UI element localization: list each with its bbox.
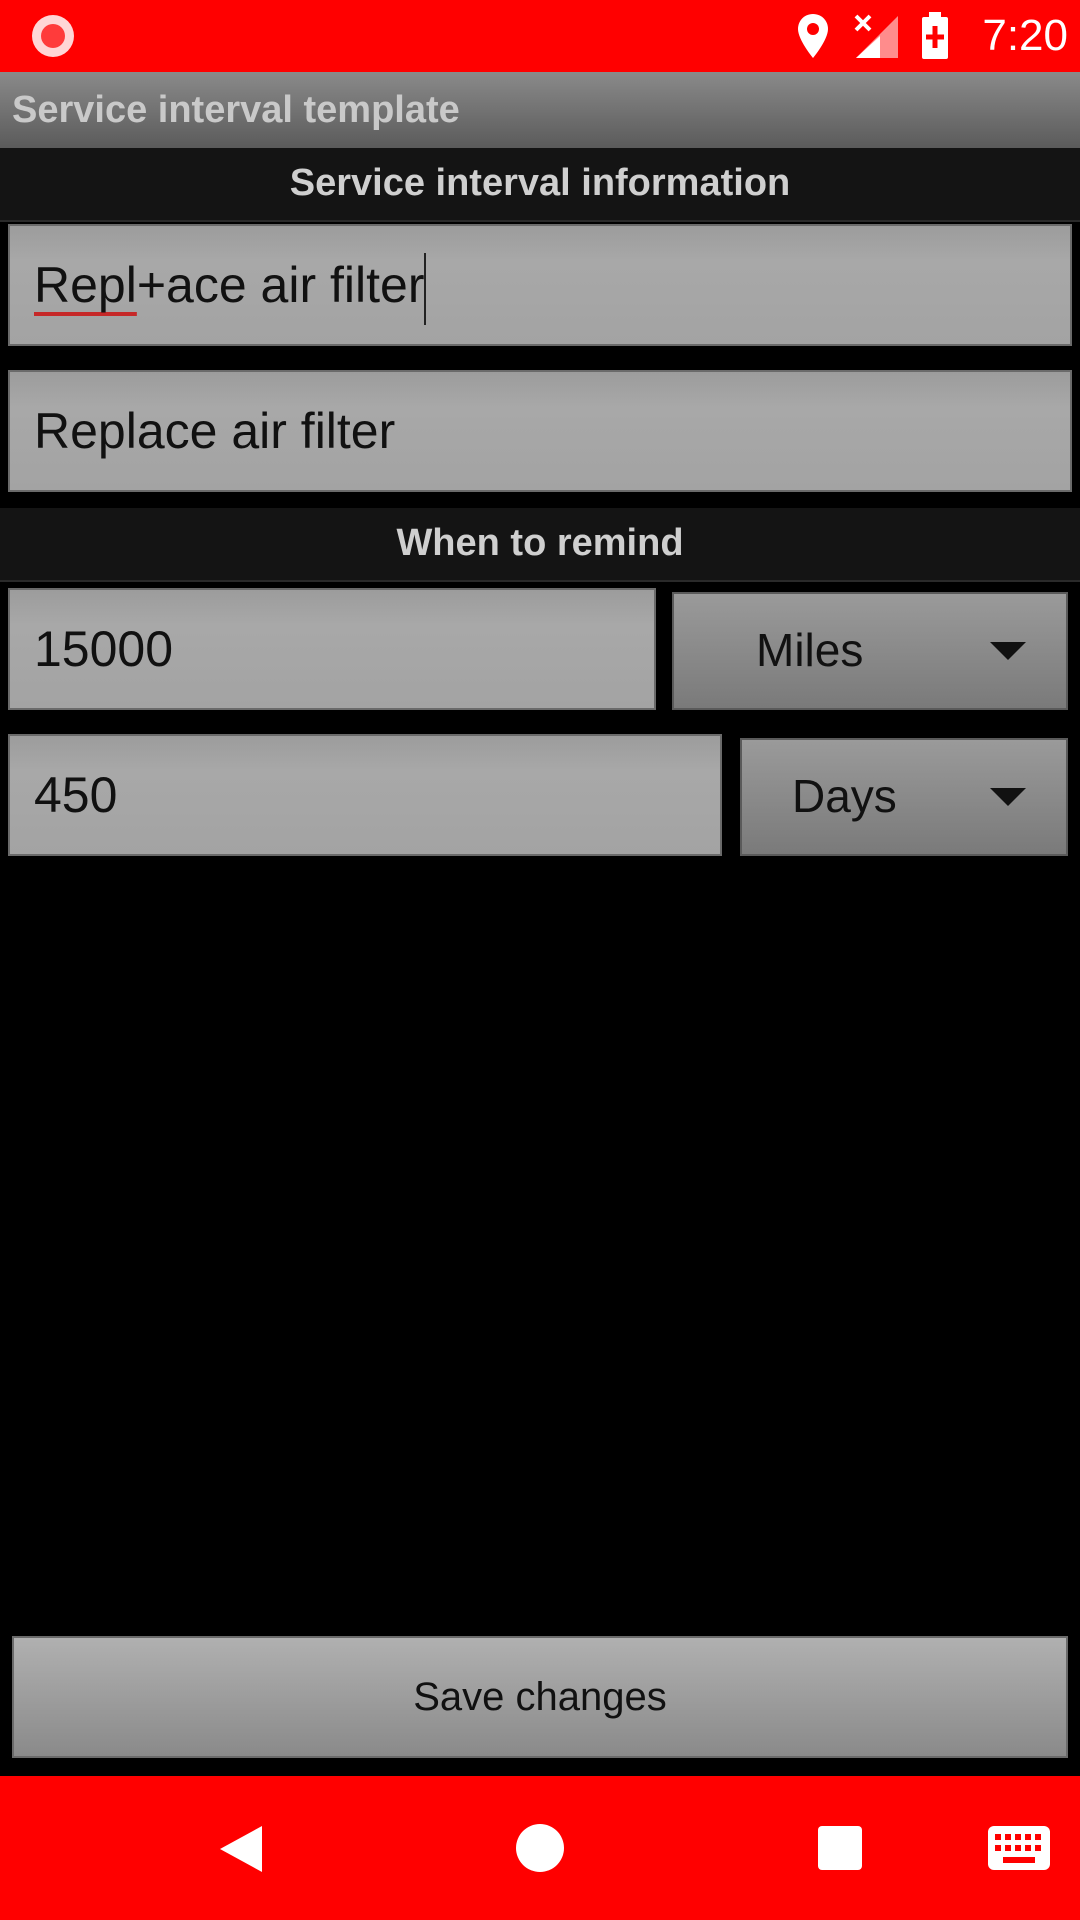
misspelled-word: Repl xyxy=(34,257,137,313)
time-unit-spinner[interactable]: Days xyxy=(740,738,1068,856)
distance-unit-label: Miles xyxy=(756,624,864,676)
back-icon[interactable] xyxy=(218,1824,264,1874)
page-title: Service interval template xyxy=(12,89,460,131)
recents-icon[interactable] xyxy=(818,1826,862,1870)
name-input[interactable]: Repl+ace air filter xyxy=(8,224,1072,346)
name-input-text: +ace air filter xyxy=(136,257,425,313)
status-bar: 7:20 xyxy=(0,0,1080,72)
location-icon xyxy=(798,14,828,58)
signal-no-service-icon xyxy=(854,14,898,58)
text-cursor xyxy=(424,252,427,325)
app-title-bar: Service interval template xyxy=(0,72,1080,148)
distance-unit-spinner[interactable]: Miles xyxy=(672,592,1068,710)
clock: 7:20 xyxy=(982,11,1068,60)
chevron-down-icon xyxy=(990,642,1026,660)
record-icon xyxy=(32,15,74,57)
distance-input[interactable]: 15000 xyxy=(8,588,656,710)
keyboard-icon[interactable] xyxy=(988,1826,1050,1870)
battery-charging-icon xyxy=(922,12,948,59)
description-input[interactable]: Replace air filter xyxy=(8,370,1072,492)
section-header-info: Service interval information xyxy=(0,148,1080,222)
save-button[interactable]: Save changes xyxy=(12,1636,1068,1758)
time-input[interactable]: 450 xyxy=(8,734,722,856)
time-unit-label: Days xyxy=(792,770,897,822)
home-icon[interactable] xyxy=(516,1824,564,1872)
chevron-down-icon xyxy=(990,788,1026,806)
section-header-remind: When to remind xyxy=(0,508,1080,582)
